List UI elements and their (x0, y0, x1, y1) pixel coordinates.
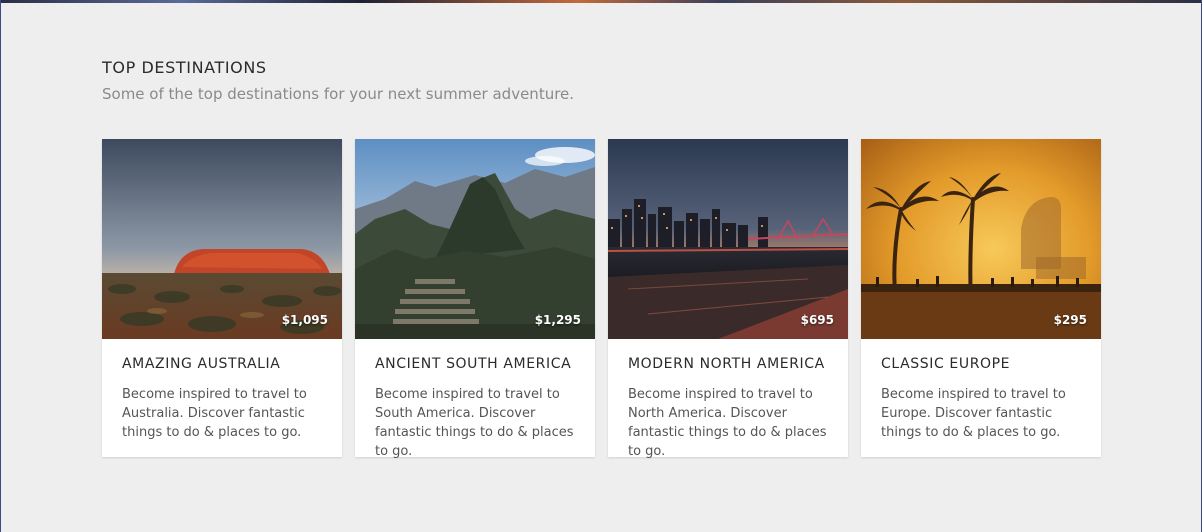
section-subtitle: Some of the top destinations for your ne… (102, 85, 575, 103)
destination-cards: $1,095 AMAZING AUSTRALIA Become inspired… (102, 139, 1101, 459)
price-badge: $695 (800, 313, 834, 327)
card-title[interactable]: AMAZING AUSTRALIA (122, 355, 322, 373)
card-description: Become inspired to travel to South Ameri… (375, 387, 574, 459)
destination-card-australia[interactable]: $1,095 AMAZING AUSTRALIA Become inspired… (102, 139, 342, 457)
card-description: Become inspired to travel to Europe. Dis… (881, 387, 1066, 440)
uluru-sunset-photo[interactable]: $1,095 (102, 139, 342, 339)
city-skyline-night-photo[interactable]: $695 (608, 139, 848, 339)
price-badge: $1,095 (281, 313, 328, 327)
price-badge: $295 (1053, 313, 1087, 327)
price-badge: $1,295 (534, 313, 581, 327)
card-description: Become inspired to travel to Australia. … (122, 387, 307, 440)
card-title[interactable]: ANCIENT SOUTH AMERICA (375, 355, 575, 373)
top-destinations-section: TOP DESTINATIONS Some of the top destina… (102, 58, 1103, 459)
palm-beach-sunset-photo[interactable]: $295 (861, 139, 1101, 339)
card-title[interactable]: MODERN NORTH AMERICA (628, 355, 828, 373)
card-description: Become inspired to travel to North Ameri… (628, 387, 827, 459)
card-title[interactable]: CLASSIC EUROPE (881, 355, 1081, 373)
destination-card-north-america[interactable]: $695 MODERN NORTH AMERICA Become inspire… (608, 139, 848, 459)
destination-card-south-america[interactable]: $1,295 ANCIENT SOUTH AMERICA Become insp… (355, 139, 595, 459)
header-image-strip (1, 0, 1201, 3)
section-title: TOP DESTINATIONS (102, 58, 267, 77)
destination-card-europe[interactable]: $295 CLASSIC EUROPE Become inspired to t… (861, 139, 1101, 457)
machu-picchu-photo[interactable]: $1,295 (355, 139, 595, 339)
